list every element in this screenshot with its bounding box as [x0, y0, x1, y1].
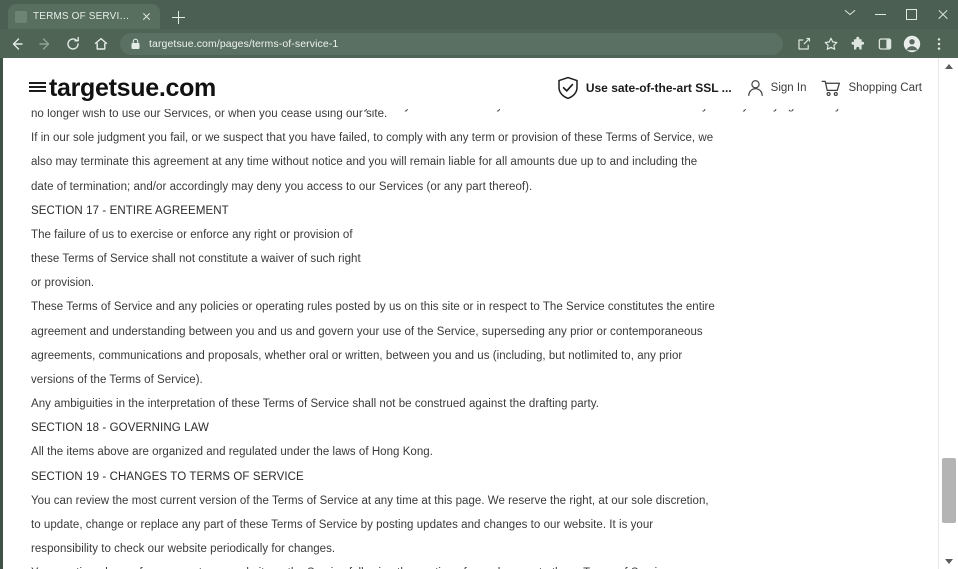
- chevron-down-icon[interactable]: [834, 0, 865, 29]
- para-17-e: Any ambiguities in the interpretation of…: [31, 398, 599, 411]
- shopping-cart-icon: [822, 80, 841, 97]
- person-icon: [747, 80, 763, 96]
- site-header-right: Use sate-of-the-art SSL ... Sign In Shop…: [557, 76, 922, 100]
- page-viewport: these Terms of Service are effective unl…: [0, 58, 958, 569]
- three-dot-menu-icon[interactable]: [926, 31, 952, 57]
- para-19-a: You can review the most current version …: [31, 494, 709, 556]
- web-page: these Terms of Service are effective unl…: [3, 58, 938, 569]
- toolbar-right-icons: [791, 31, 952, 57]
- scroll-up-arrow-icon[interactable]: [939, 58, 958, 74]
- terms-of-service-content: no longer wish to use our Services, or w…: [3, 58, 938, 569]
- shopping-cart-label: Shopping Cart: [848, 82, 922, 94]
- para-17-c: or provision.: [31, 277, 95, 290]
- reload-icon[interactable]: [60, 31, 86, 57]
- ssl-badge: Use sate-of-the-art SSL ...: [557, 76, 732, 100]
- scrollbar-thumb[interactable]: [942, 458, 956, 523]
- close-icon[interactable]: [139, 10, 153, 24]
- forward-arrow-icon[interactable]: [32, 31, 58, 57]
- maximize-icon[interactable]: [896, 0, 927, 29]
- tab-strip: TERMS OF SERVICE: [0, 0, 958, 29]
- site-logo[interactable]: targetsue.com: [49, 74, 216, 103]
- share-icon[interactable]: [791, 31, 817, 57]
- shield-check-icon: [558, 76, 578, 100]
- window-close-icon[interactable]: [927, 0, 958, 29]
- para-17-b: these Terms of Service shall not constit…: [31, 253, 361, 266]
- site-header: targetsue.com Use sate-of-the-art SSL ..…: [3, 67, 938, 109]
- shopping-cart-button[interactable]: Shopping Cart: [821, 79, 922, 97]
- para-18-a: All the items above are organized and re…: [31, 446, 433, 459]
- new-tab-button[interactable]: [166, 5, 192, 29]
- sign-in-button[interactable]: Sign In: [747, 79, 807, 97]
- sign-in-label: Sign In: [770, 82, 807, 94]
- home-icon[interactable]: [88, 31, 114, 57]
- address-bar-url: targetsue.com/pages/terms-of-service-1: [149, 37, 339, 50]
- para-19-b: Your continued use of or access to our w…: [31, 561, 721, 569]
- para-17-d: These Terms of Service and any policies …: [31, 301, 715, 387]
- para-17-a: The failure of us to exercise or enforce…: [31, 228, 353, 241]
- side-panel-icon[interactable]: [872, 31, 898, 57]
- ssl-badge-label: Use sate-of-the-art SSL ...: [585, 81, 732, 95]
- minimize-icon[interactable]: [865, 0, 896, 29]
- para-termination-body: If in our sole judgment you fail, or we …: [31, 132, 714, 193]
- address-bar[interactable]: targetsue.com/pages/terms-of-service-1: [120, 32, 783, 55]
- profile-avatar-icon[interactable]: [899, 31, 925, 57]
- heading-section-17: SECTION 17 - ENTIRE AGREEMENT: [31, 204, 229, 217]
- browser-toolbar: targetsue.com/pages/terms-of-service-1: [0, 29, 958, 58]
- hamburger-menu-icon[interactable]: [29, 82, 46, 94]
- page-scrollbar[interactable]: [938, 58, 958, 569]
- page-favicon-icon: [15, 10, 27, 23]
- scroll-down-arrow-icon[interactable]: [939, 553, 958, 569]
- heading-section-19: SECTION 19 - CHANGES TO TERMS OF SERVICE: [31, 470, 304, 483]
- browser-window: TERMS OF SERVICE targetsue.com/pages/ter…: [0, 0, 958, 569]
- window-controls: [834, 0, 958, 29]
- tab-terms-of-service[interactable]: TERMS OF SERVICE: [8, 4, 160, 29]
- lock-icon: [131, 38, 140, 49]
- heading-section-18: SECTION 18 - GOVERNING LAW: [31, 422, 209, 435]
- back-arrow-icon[interactable]: [4, 31, 30, 57]
- tab-title: TERMS OF SERVICE: [33, 11, 133, 22]
- star-icon[interactable]: [818, 31, 844, 57]
- puzzle-icon[interactable]: [845, 31, 871, 57]
